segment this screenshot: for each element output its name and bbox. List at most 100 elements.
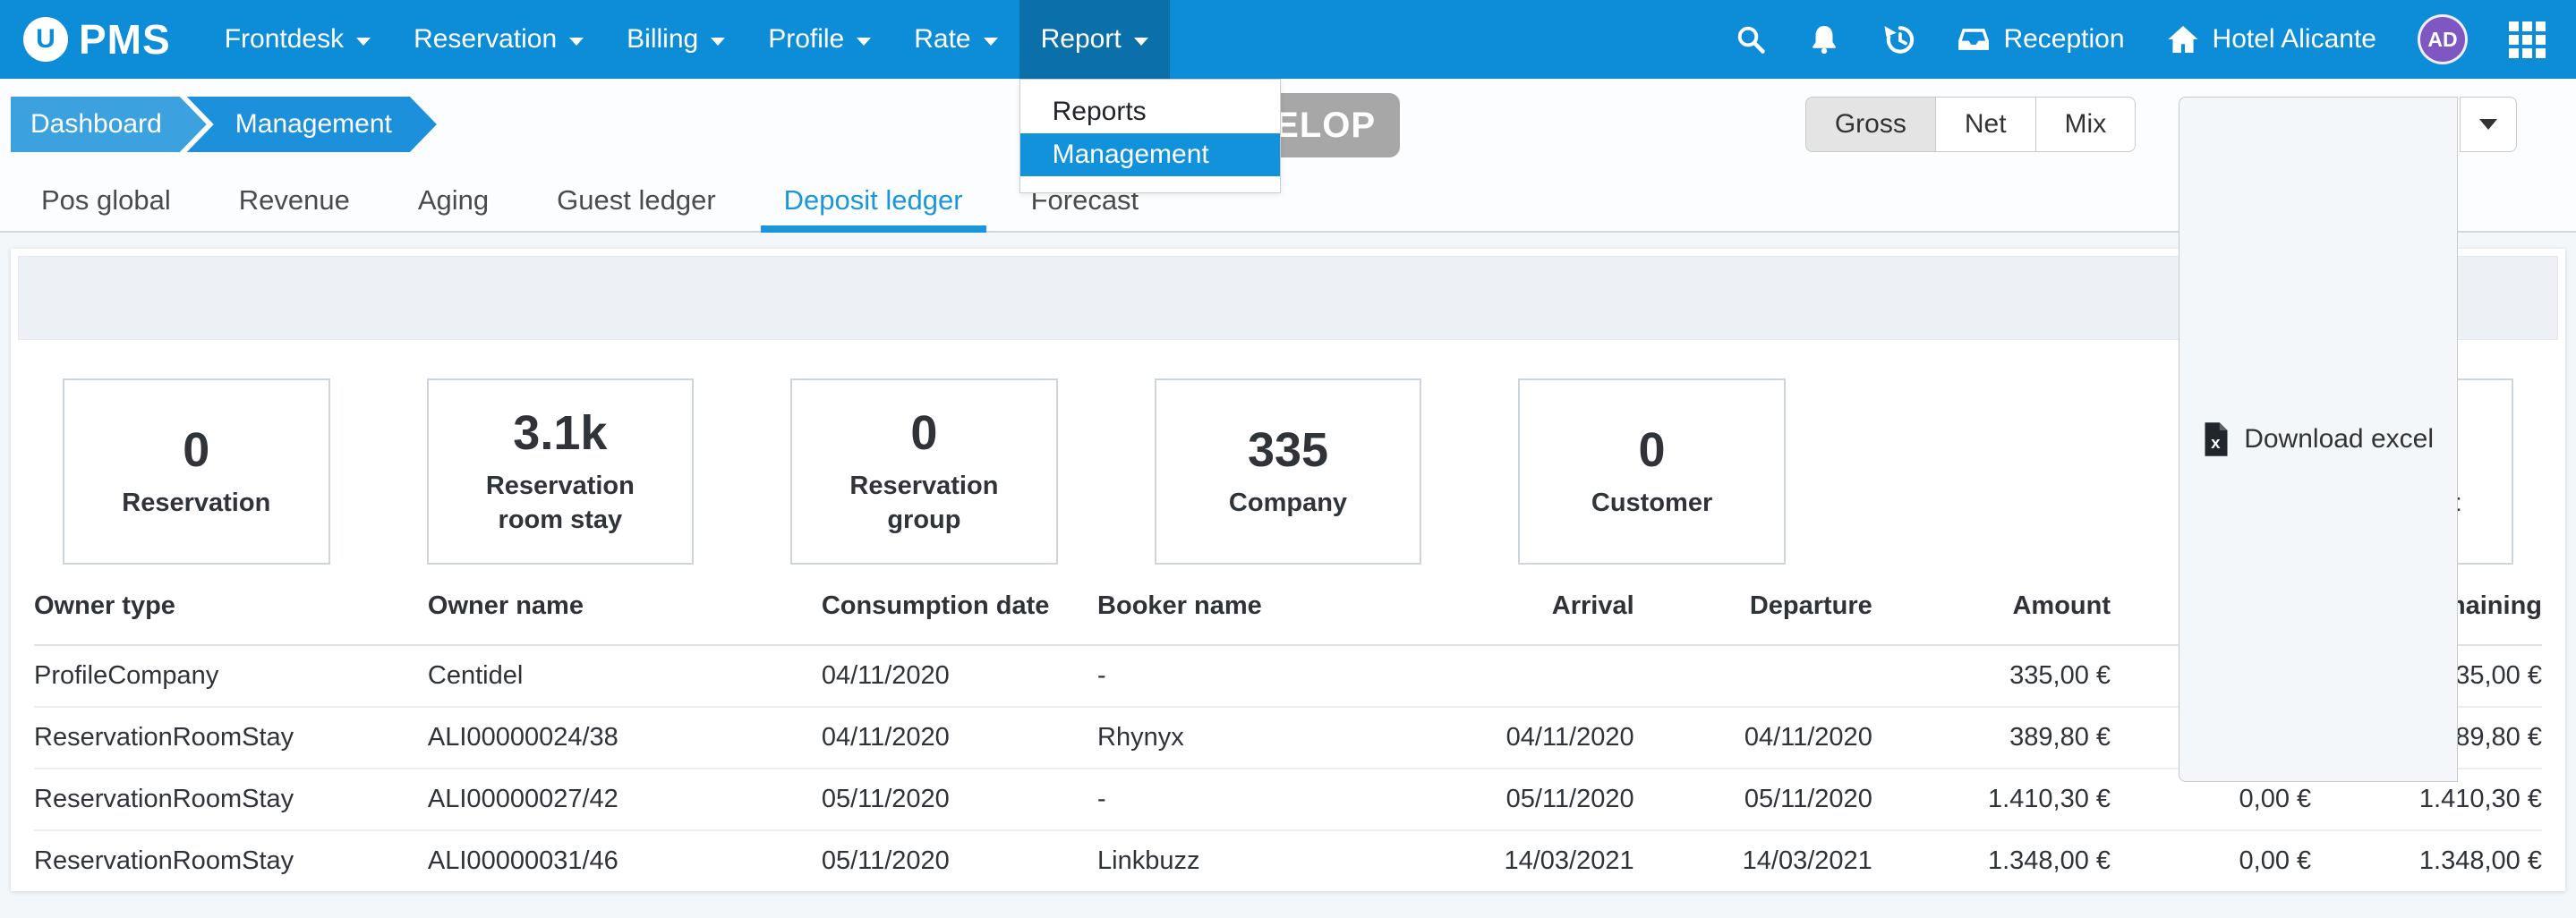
download-excel-button[interactable]: x Download excel: [2179, 97, 2458, 782]
menu-report[interactable]: Report Reports Management: [1019, 0, 1170, 79]
hotel-selector[interactable]: Hotel Alicante: [2166, 22, 2376, 56]
breadcrumb-dashboard[interactable]: Dashboard: [11, 97, 207, 152]
menu-billing[interactable]: Billing: [605, 0, 746, 79]
notifications-bell-icon[interactable]: [1808, 23, 1840, 55]
cell-remaining: 1.348,00 €: [2311, 830, 2542, 891]
app-logo[interactable]: U PMS: [23, 0, 171, 79]
col-booker-name: Booker name: [1097, 565, 1413, 645]
stat-label: Reservation group: [792, 470, 1056, 537]
menu-reservation[interactable]: Reservation: [392, 0, 605, 79]
breadcrumb: Dashboard Management: [11, 97, 437, 152]
cell-owner-name: ALI00000031/46: [428, 830, 822, 891]
stat-label: Reservation: [97, 487, 295, 521]
cell-arrival: 05/11/2020: [1413, 769, 1634, 830]
search-icon[interactable]: [1735, 23, 1767, 55]
cell-booker-name: -: [1097, 645, 1413, 707]
chevron-down-icon: [569, 38, 584, 46]
main-menu: Frontdesk Reservation Billing Profile Ra…: [203, 0, 1170, 79]
cell-amount: 1.348,00 €: [1872, 830, 2111, 891]
chevron-down-icon: [1134, 38, 1148, 46]
col-owner-name: Owner name: [428, 565, 822, 645]
menu-rate[interactable]: Rate: [892, 0, 1019, 79]
menu-frontdesk-label: Frontdesk: [225, 24, 344, 55]
cell-owner-name: ALI00000027/42: [428, 769, 822, 830]
download-excel-label: Download excel: [2244, 424, 2434, 455]
chevron-down-icon: [984, 38, 998, 46]
stat-value: 0: [1639, 422, 1666, 478]
inbox-icon: [1957, 22, 1991, 56]
chevron-down-icon: [356, 38, 371, 46]
menu-report-label: Report: [1041, 24, 1122, 55]
cell-consumption-date: 04/11/2020: [822, 707, 1097, 769]
breadcrumb-row: Dashboard Management DEVELOP Gross Net M…: [0, 79, 2576, 170]
history-icon[interactable]: [1881, 22, 1915, 56]
reception-label: Reception: [2003, 24, 2124, 55]
tab-revenue[interactable]: Revenue: [216, 170, 373, 231]
top-navbar: U PMS Frontdesk Reservation Billing Prof…: [0, 0, 2576, 79]
menu-reservation-label: Reservation: [414, 24, 557, 55]
download-options-caret-button[interactable]: [2460, 97, 2517, 152]
cell-owner-type: ProfileCompany: [34, 645, 428, 707]
stat-value: 0: [183, 422, 209, 478]
menu-profile[interactable]: Profile: [746, 0, 892, 79]
brand-name: PMS: [79, 15, 171, 64]
report-toolbar: Gross Net Mix x Download excel: [1805, 97, 2517, 782]
view-mode-toggle: Gross Net Mix: [1805, 97, 2136, 782]
svg-text:x: x: [2211, 433, 2221, 452]
cell-spent: 0,00 €: [2111, 830, 2311, 891]
breadcrumb-management[interactable]: Management: [187, 97, 437, 152]
report-dropdown-menu: Reports Management: [1019, 79, 1281, 193]
cell-owner-type: ReservationRoomStay: [34, 769, 428, 830]
stat-value: 335: [1248, 422, 1328, 478]
reception-selector[interactable]: Reception: [1957, 22, 2124, 56]
col-owner-type: Owner type: [34, 565, 428, 645]
stat-value: 3.1k: [513, 405, 607, 461]
cell-consumption-date: 04/11/2020: [822, 645, 1097, 707]
download-split-button: x Download excel: [2179, 97, 2517, 782]
gross-button[interactable]: Gross: [1805, 97, 1935, 152]
stat-label: Company: [1204, 487, 1372, 521]
tab-guest-ledger[interactable]: Guest ledger: [533, 170, 739, 231]
excel-file-icon: x: [2203, 422, 2230, 456]
cell-owner-name: ALI00000024/38: [428, 707, 822, 769]
mix-button[interactable]: Mix: [2035, 97, 2137, 152]
cell-owner-type: ReservationRoomStay: [34, 830, 428, 891]
menu-rate-label: Rate: [914, 24, 970, 55]
brand-circle-icon: U: [23, 17, 68, 62]
stat-label: Customer: [1566, 487, 1737, 521]
cell-booker-name: Rhynyx: [1097, 707, 1413, 769]
report-menu-item-management[interactable]: Management: [1020, 133, 1280, 176]
cell-booker-name: Linkbuzz: [1097, 830, 1413, 891]
table-row: ReservationRoomStay ALI00000031/46 05/11…: [34, 830, 2542, 891]
stat-value: 0: [910, 405, 937, 461]
cell-arrival: [1413, 645, 1634, 707]
tab-pos-global[interactable]: Pos global: [18, 170, 194, 231]
stat-card-company: 335 Company: [1155, 378, 1422, 565]
stat-card-customer: 0 Customer: [1518, 378, 1786, 565]
cell-arrival: 04/11/2020: [1413, 707, 1634, 769]
home-icon: [2166, 22, 2200, 56]
chevron-down-icon: [2479, 119, 2497, 130]
user-avatar[interactable]: AD: [2418, 14, 2468, 64]
tab-deposit-ledger[interactable]: Deposit ledger: [761, 170, 986, 231]
cell-departure: 14/03/2021: [1634, 830, 1872, 891]
cell-arrival: 14/03/2021: [1413, 830, 1634, 891]
col-arrival: Arrival: [1413, 565, 1634, 645]
cell-owner-name: Centidel: [428, 645, 822, 707]
cell-booker-name: -: [1097, 769, 1413, 830]
net-button[interactable]: Net: [1935, 97, 2035, 152]
stat-card-reservation-room-stay: 3.1k Reservation room stay: [427, 378, 695, 565]
chevron-down-icon: [857, 38, 871, 46]
stat-card-reservation: 0 Reservation: [63, 378, 330, 565]
menu-billing-label: Billing: [627, 24, 698, 55]
col-consumption-date: Consumption date: [822, 565, 1097, 645]
cell-owner-type: ReservationRoomStay: [34, 707, 428, 769]
menu-frontdesk[interactable]: Frontdesk: [203, 0, 392, 79]
hotel-label: Hotel Alicante: [2213, 24, 2376, 55]
stat-label: Reservation room stay: [429, 470, 693, 537]
stat-card-reservation-group: 0 Reservation group: [790, 378, 1058, 565]
report-menu-item-reports[interactable]: Reports: [1020, 90, 1280, 133]
navbar-right-cluster: Reception Hotel Alicante AD: [1735, 0, 2553, 79]
apps-grid-icon[interactable]: [2509, 21, 2546, 58]
tab-aging[interactable]: Aging: [395, 170, 512, 231]
